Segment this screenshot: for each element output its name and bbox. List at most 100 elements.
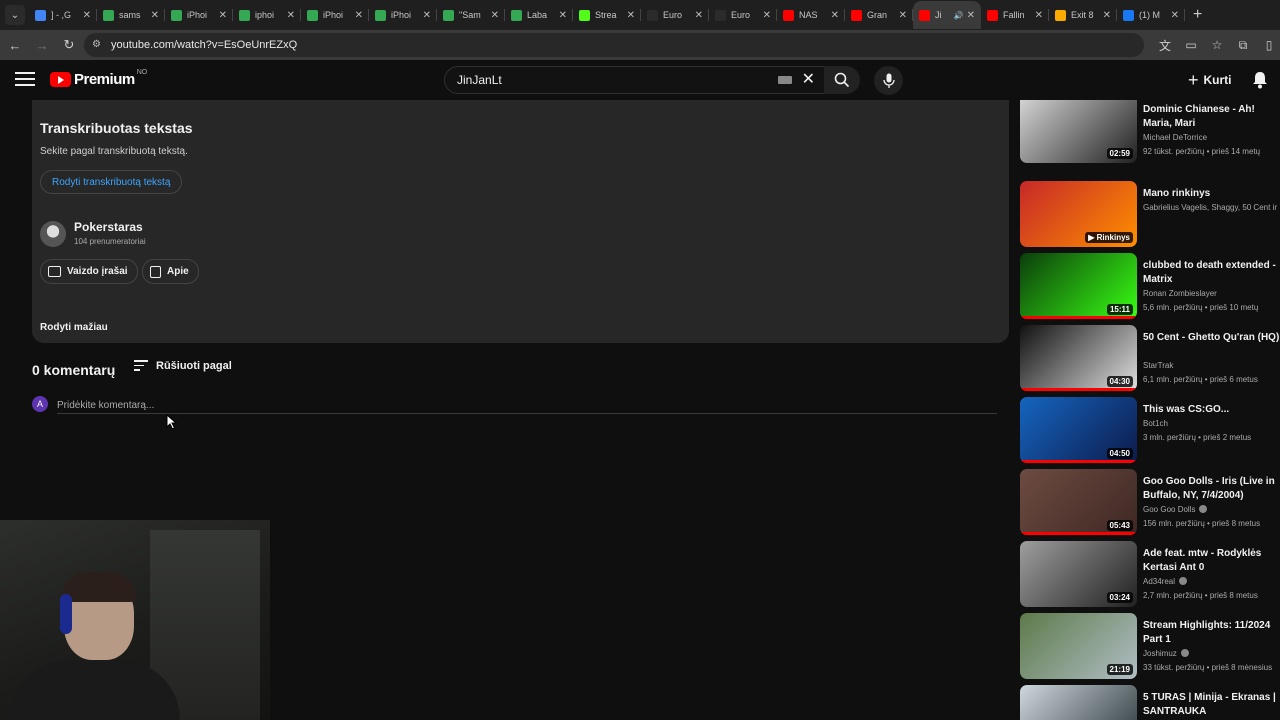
recommendation-item[interactable]: 15:11 clubbed to death extended - Matrix R… bbox=[1020, 253, 1280, 321]
video-title[interactable]: clubbed to death extended - Matrix bbox=[1143, 259, 1280, 287]
forward-button[interactable]: → bbox=[30, 33, 54, 57]
browser-tab[interactable]: Euro ✕ bbox=[709, 1, 777, 29]
video-title[interactable]: 5 TURAS | Minija - Ekranas | SANTRAUKA bbox=[1143, 691, 1280, 719]
browser-tab[interactable]: Exit 8 ✕ bbox=[1049, 1, 1117, 29]
browser-tab[interactable]: Strea ✕ bbox=[573, 1, 641, 29]
channel-videos-button[interactable]: Vaizdo įrašai bbox=[40, 259, 138, 284]
create-button[interactable]: + Kurti bbox=[1180, 69, 1240, 91]
youtube-premium-logo[interactable]: Premium NO bbox=[50, 69, 147, 88]
browser-tab[interactable]: sams ✕ bbox=[97, 1, 165, 29]
browser-tab[interactable]: iPhoi ✕ bbox=[369, 1, 437, 29]
recommendation-item[interactable]: 02:59 Dominic Chianese - Ah! Maria, Mari M… bbox=[1020, 100, 1280, 165]
back-button[interactable]: ← bbox=[3, 33, 27, 57]
channel-avatar[interactable] bbox=[40, 221, 66, 247]
video-title[interactable]: Stream Highlights: 11/2024 Part 1 bbox=[1143, 619, 1280, 647]
channel-about-button[interactable]: Apie bbox=[142, 259, 199, 284]
tab-close-icon[interactable]: ✕ bbox=[219, 10, 227, 21]
recommendation-item[interactable]: 03:24 Ade feat. mtw - Rodyklės Kertasi An… bbox=[1020, 541, 1280, 609]
browser-tab[interactable]: Euro ✕ bbox=[641, 1, 709, 29]
browser-tab[interactable]: Ji 🔊 ✕ bbox=[913, 1, 981, 29]
video-thumbnail[interactable]: 03:24 bbox=[1020, 541, 1137, 607]
tab-close-icon[interactable]: ✕ bbox=[831, 10, 839, 21]
tab-close-icon[interactable]: ✕ bbox=[1035, 10, 1043, 21]
user-avatar[interactable]: A bbox=[32, 396, 48, 412]
recommendation-item[interactable]: 21:19 Stream Highlights: 11/2024 Part 1 Jo… bbox=[1020, 613, 1280, 681]
recommendation-item[interactable]: 04:50 This was CS:GO... Bot1ch 3 mln. perži… bbox=[1020, 397, 1280, 465]
tab-close-icon[interactable]: ✕ bbox=[695, 10, 703, 21]
video-channel[interactable]: Goo Goo Dolls bbox=[1143, 505, 1208, 514]
video-channel[interactable]: Joshimuz bbox=[1143, 649, 1189, 658]
tab-close-icon[interactable]: ✕ bbox=[355, 10, 363, 21]
translate-icon[interactable]: 文 bbox=[1154, 33, 1176, 57]
extensions-icon[interactable]: ⧉ bbox=[1232, 33, 1254, 57]
video-channel[interactable]: Ad34real bbox=[1143, 577, 1188, 586]
video-channel[interactable]: Michael DeTorrice bbox=[1143, 133, 1207, 142]
video-channel[interactable]: Bot1ch bbox=[1143, 419, 1168, 428]
tab-close-icon[interactable]: ✕ bbox=[287, 10, 295, 21]
reload-button[interactable]: ↻ bbox=[57, 33, 81, 57]
sort-comments-button[interactable]: Rūšiuoti pagal bbox=[134, 360, 232, 372]
video-thumbnail[interactable] bbox=[1020, 685, 1137, 720]
search-button[interactable] bbox=[824, 66, 860, 94]
recommendation-item[interactable]: 04:30 50 Cent - Ghetto Qu'ran (HQ) StarTra… bbox=[1020, 325, 1280, 393]
video-thumbnail[interactable]: 04:50 bbox=[1020, 397, 1137, 463]
tab-close-icon[interactable]: ✕ bbox=[967, 10, 975, 21]
browser-tab[interactable]: iPhoi ✕ bbox=[301, 1, 369, 29]
address-bar[interactable]: ⚙ youtube.com/watch?v=EsOeUnrEZxQ bbox=[84, 33, 1144, 57]
video-title[interactable]: This was CS:GO... bbox=[1143, 403, 1280, 417]
video-channel[interactable]: Gabrielius Vagelis, Shaggy, 50 Cent ir bbox=[1143, 203, 1277, 212]
tab-close-icon[interactable]: ✕ bbox=[627, 10, 635, 21]
channel-name[interactable]: Pokerstaras bbox=[74, 220, 143, 234]
tab-close-icon[interactable]: ✕ bbox=[899, 10, 907, 21]
browser-tab[interactable]: "Sam ✕ bbox=[437, 1, 505, 29]
browser-tab[interactable]: (1) M ✕ bbox=[1117, 1, 1185, 29]
add-comment-input[interactable] bbox=[57, 397, 997, 414]
video-thumbnail[interactable]: 05:43 bbox=[1020, 469, 1137, 535]
video-title[interactable]: 50 Cent - Ghetto Qu'ran (HQ) bbox=[1143, 331, 1280, 345]
show-transcript-button[interactable]: Rodyti transkribuotą tekstą bbox=[40, 170, 183, 194]
video-title[interactable]: Mano rinkinys bbox=[1143, 187, 1280, 201]
browser-tab[interactable]: iPhoi ✕ bbox=[165, 1, 233, 29]
browser-tab[interactable]: ] - ,G ✕ bbox=[29, 1, 97, 29]
video-channel[interactable]: Ronan Zombieslayer bbox=[1143, 289, 1217, 298]
tab-close-icon[interactable]: ✕ bbox=[559, 10, 567, 21]
guide-menu-icon[interactable] bbox=[15, 72, 35, 88]
recommendation-item[interactable]: ▶ Rinkinys Mano rinkinys Gabrielius Vageli… bbox=[1020, 181, 1280, 249]
tab-close-icon[interactable]: ✕ bbox=[151, 10, 159, 21]
video-title[interactable]: Ade feat. mtw - Rodyklės Kertasi Ant 0 bbox=[1143, 547, 1280, 575]
tab-search-chevron-icon[interactable]: ⌄ bbox=[5, 5, 25, 25]
tab-close-icon[interactable]: ✕ bbox=[491, 10, 499, 21]
recommendation-item[interactable]: 05:43 Goo Goo Dolls - Iris (Live in Buffa… bbox=[1020, 469, 1280, 537]
browser-tab[interactable]: Gran ✕ bbox=[845, 1, 913, 29]
video-title[interactable]: Dominic Chianese - Ah! Maria, Mari bbox=[1143, 103, 1280, 131]
bookmark-star-icon[interactable]: ☆ bbox=[1206, 33, 1228, 57]
keyboard-icon[interactable] bbox=[777, 76, 792, 84]
tab-close-icon[interactable]: ✕ bbox=[423, 10, 431, 21]
voice-search-button[interactable] bbox=[874, 66, 903, 95]
video-thumbnail[interactable]: 04:30 bbox=[1020, 325, 1137, 391]
tab-close-icon[interactable]: ✕ bbox=[763, 10, 771, 21]
cast-icon[interactable]: ▭ bbox=[1180, 33, 1202, 57]
tab-close-icon[interactable]: ✕ bbox=[83, 10, 91, 21]
browser-tab[interactable]: NAS ✕ bbox=[777, 1, 845, 29]
notifications-bell-icon[interactable] bbox=[1250, 70, 1270, 90]
profile-icon[interactable]: ▯ bbox=[1258, 33, 1280, 57]
tab-audio-icon[interactable]: 🔊 bbox=[954, 11, 964, 20]
video-title[interactable]: Goo Goo Dolls - Iris (Live in Buffalo, N… bbox=[1143, 475, 1280, 503]
clear-search-icon[interactable]: ✕ bbox=[802, 72, 815, 88]
tab-close-icon[interactable]: ✕ bbox=[1171, 10, 1179, 21]
tab-close-icon[interactable]: ✕ bbox=[1103, 10, 1111, 21]
video-thumbnail[interactable]: 15:11 bbox=[1020, 253, 1137, 319]
browser-tab[interactable]: Laba ✕ bbox=[505, 1, 573, 29]
new-tab-button[interactable]: + bbox=[1193, 6, 1202, 24]
video-channel[interactable]: StarTrak bbox=[1143, 361, 1173, 370]
browser-tab[interactable]: Fallin ✕ bbox=[981, 1, 1049, 29]
video-thumbnail[interactable]: 02:59 bbox=[1020, 100, 1137, 163]
video-thumbnail[interactable]: ▶ Rinkinys bbox=[1020, 181, 1137, 247]
recommendation-item[interactable]: 5 TURAS | Minija - Ekranas | SANTRAUKA bbox=[1020, 685, 1280, 720]
site-info-icon[interactable]: ⚙ bbox=[92, 39, 104, 51]
browser-tab[interactable]: iphoi ✕ bbox=[233, 1, 301, 29]
show-less-button[interactable]: Rodyti mažiau bbox=[40, 322, 108, 333]
search-input[interactable]: JinJanLt ✕ bbox=[444, 66, 826, 94]
video-thumbnail[interactable]: 21:19 bbox=[1020, 613, 1137, 679]
